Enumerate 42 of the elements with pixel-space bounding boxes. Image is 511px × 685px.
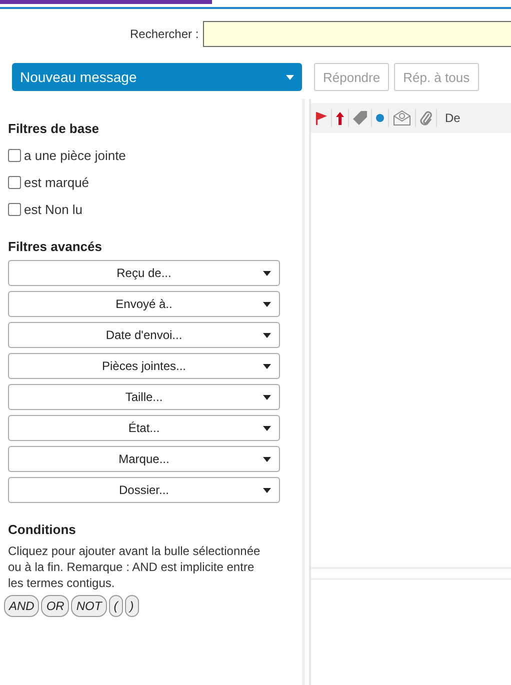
up-arrow-icon [336, 112, 344, 124]
caret-icon [286, 74, 294, 80]
tag-icon [353, 111, 367, 125]
operator-button[interactable]: OR [41, 595, 70, 617]
caret-icon [263, 364, 271, 369]
filter-dropdown[interactable]: Pièces jointes... [8, 353, 280, 379]
operator-button[interactable]: NOT [71, 595, 107, 617]
filter-dropdown[interactable]: Envoyé à.. [8, 291, 280, 317]
checkbox-label: est Non lu [24, 202, 83, 217]
checkbox[interactable] [8, 149, 21, 162]
new-message-button[interactable]: Nouveau message [12, 63, 302, 91]
column-header[interactable]: De [437, 111, 460, 125]
filter-dropdown[interactable]: État... [8, 415, 280, 441]
caret-icon [263, 395, 271, 400]
flag-icon [315, 112, 327, 124]
checkbox[interactable] [8, 203, 21, 216]
caret-icon [263, 488, 271, 493]
checkbox-label: est marqué [24, 175, 90, 190]
envelope-icon [393, 110, 411, 126]
filter-dropdown[interactable]: Reçu de... [8, 260, 280, 286]
section-heading: Filtres avancés [8, 239, 103, 254]
filter-dropdown[interactable]: Marque... [8, 446, 280, 472]
conditions-note: Cliquez pour ajouter avant la bulle sélectionnée ou à la fin. Remarque : AND est implicite entre les termes contigus. [8, 543, 262, 591]
filter-dropdown[interactable]: Date d'envoi... [8, 322, 280, 348]
dot-icon [376, 114, 384, 122]
caret-icon [263, 302, 271, 307]
operator-button[interactable]: AND [4, 595, 40, 617]
caret-icon [263, 271, 271, 276]
checkbox[interactable] [8, 176, 21, 189]
paperclip-icon [420, 110, 432, 126]
filter-dropdown[interactable]: Taille... [8, 384, 280, 410]
operator-button[interactable]: ) [124, 595, 139, 617]
section-heading: Conditions [8, 522, 77, 537]
caret-icon [263, 426, 271, 431]
section-heading: Filtres de base [8, 121, 100, 136]
caret-icon [263, 333, 271, 338]
checkbox-label: a une pièce jointe [24, 148, 126, 163]
caret-icon [263, 457, 271, 462]
operator-button[interactable]: ( [108, 595, 123, 617]
search-field[interactable] [202, 21, 511, 47]
search-label: Rechercher : [130, 27, 199, 41]
filter-dropdown[interactable]: Dossier... [8, 477, 280, 503]
